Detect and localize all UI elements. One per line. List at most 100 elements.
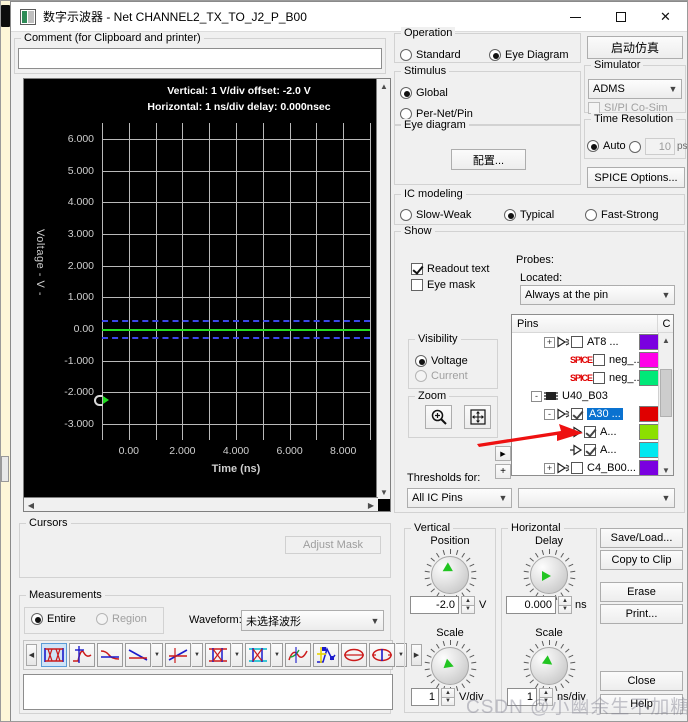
glitch-icon[interactable]: [285, 643, 311, 667]
pins-tree-row[interactable]: SPICE neg_...: [512, 369, 660, 387]
pins-add-button[interactable]: +: [495, 464, 511, 479]
pins-scroll-down-icon[interactable]: ▼: [659, 463, 673, 475]
collapse-icon[interactable]: -: [544, 408, 555, 420]
pin-color-swatch[interactable]: [639, 460, 660, 475]
horizontal-delay-input[interactable]: 0.000: [506, 596, 556, 614]
magnifier-plus-icon[interactable]: [425, 405, 452, 429]
vertical-scale-stepper[interactable]: ▲ ▼: [441, 688, 455, 706]
scroll-right-icon[interactable]: ▶: [364, 498, 378, 512]
time-resolution-manual-radio[interactable]: [629, 141, 641, 153]
time-resolution-value[interactable]: 10: [645, 138, 675, 155]
pins-expand-right-button[interactable]: ▶: [495, 446, 511, 461]
pin-color-swatch[interactable]: [639, 334, 660, 350]
eye-mask-checkbox[interactable]: Eye mask: [411, 279, 475, 291]
operation-eye-diagram-radio[interactable]: Eye Diagram: [489, 49, 569, 61]
pins-tree[interactable]: Pins C + AT8 ... SPICE neg_... SPICE neg_... -…: [511, 314, 674, 476]
close-button[interactable]: ✕: [643, 2, 687, 32]
rise-fall-dropdown-icon[interactable]: ▼: [192, 643, 203, 667]
time-resolution-auto-radio[interactable]: Auto: [587, 140, 626, 152]
scroll-up-icon[interactable]: ▲: [377, 79, 391, 93]
slope-icon[interactable]: [125, 643, 151, 667]
pins-tree-row[interactable]: + C4_B00...: [512, 459, 660, 475]
pulse-width-icon[interactable]: [205, 643, 231, 667]
simulator-select[interactable]: ADMS ▼: [588, 79, 682, 99]
pin-visibility-checkbox[interactable]: [571, 408, 583, 420]
stepper-up-icon[interactable]: ▲: [558, 596, 572, 606]
pin-color-swatch[interactable]: [639, 370, 660, 386]
rise-fall-icon[interactable]: [165, 643, 191, 667]
pins-scroll-thumb[interactable]: [660, 369, 672, 417]
settle-icon[interactable]: [313, 643, 339, 667]
period-icon[interactable]: [245, 643, 271, 667]
thresholds-detail-select[interactable]: ▼: [518, 488, 675, 508]
operation-standard-radio[interactable]: Standard: [400, 49, 461, 61]
pins-tree-row[interactable]: - A30 ...: [512, 405, 660, 423]
pins-tree-row[interactable]: A...: [512, 423, 660, 441]
probes-located-select[interactable]: Always at the pin ▼: [520, 285, 675, 305]
scroll-down-icon[interactable]: ▼: [377, 485, 391, 499]
stepper-down-icon[interactable]: ▼: [461, 605, 475, 614]
ic-typical-radio[interactable]: Typical: [504, 209, 554, 221]
ic-slow-weak-radio[interactable]: Slow-Weak: [400, 209, 471, 221]
start-simulation-button[interactable]: 启动仿真: [587, 36, 683, 59]
pin-color-swatch[interactable]: [639, 424, 660, 440]
pin-color-swatch[interactable]: [639, 442, 660, 458]
adjust-mask-button[interactable]: Adjust Mask: [285, 536, 381, 554]
horizontal-delay-knob[interactable]: [523, 549, 576, 601]
overshoot-icon[interactable]: [69, 643, 95, 667]
maximize-button[interactable]: [598, 2, 643, 32]
pin-color-swatch[interactable]: [639, 406, 660, 422]
pins-scroll-up-icon[interactable]: ▲: [659, 333, 673, 347]
measure-region-radio[interactable]: Region: [96, 613, 147, 625]
pins-tree-rows[interactable]: + AT8 ... SPICE neg_... SPICE neg_... - U40_B03…: [512, 333, 660, 475]
erase-button[interactable]: Erase: [600, 582, 683, 602]
period-dropdown-icon[interactable]: ▼: [272, 643, 283, 667]
pin-visibility-checkbox[interactable]: [584, 426, 596, 438]
spice-options-button[interactable]: SPICE Options...: [587, 167, 685, 188]
minimize-button[interactable]: [553, 2, 598, 32]
horizontal-scale-knob[interactable]: [523, 640, 576, 692]
pulse-width-dropdown-icon[interactable]: ▼: [232, 643, 243, 667]
pin-visibility-checkbox[interactable]: [571, 462, 583, 474]
stepper-down-icon[interactable]: ▼: [558, 605, 572, 614]
measurement-toolbar[interactable]: ◀ ▼ ▼ ▼ ▼ ▼ ▶: [23, 640, 422, 670]
scroll-left-icon[interactable]: ◀: [24, 498, 38, 512]
vertical-position-stepper[interactable]: ▲ ▼: [461, 596, 475, 614]
readout-text-checkbox[interactable]: Readout text: [411, 263, 489, 275]
expand-icon[interactable]: +: [544, 336, 555, 348]
pins-tree-row[interactable]: A...: [512, 441, 660, 459]
stepper-up-icon[interactable]: ▲: [461, 596, 475, 606]
plot-hscrollbar[interactable]: ◀ ▶: [24, 497, 378, 511]
thresholds-select[interactable]: All IC Pins ▼: [407, 488, 512, 508]
pin-visibility-checkbox[interactable]: [571, 336, 583, 348]
stepper-down-icon[interactable]: ▼: [441, 697, 455, 706]
toolbar-scroll-left-icon[interactable]: ◀: [26, 644, 37, 666]
horizontal-delay-stepper[interactable]: ▲ ▼: [558, 596, 572, 614]
collapse-icon[interactable]: -: [531, 390, 542, 402]
pins-tree-row[interactable]: + AT8 ...: [512, 333, 660, 351]
vertical-position-input[interactable]: -2.0: [410, 596, 459, 614]
eye-diagram-configure-button[interactable]: 配置...: [451, 149, 526, 170]
plot-vscrollbar[interactable]: ▲ ▼: [376, 79, 390, 499]
slope-dropdown-icon[interactable]: ▼: [152, 643, 163, 667]
zoom-fit-icon[interactable]: [464, 405, 491, 429]
expand-icon[interactable]: +: [544, 462, 555, 474]
pin-color-swatch[interactable]: [639, 352, 660, 368]
waveform-select[interactable]: 未选择波形 ▼: [241, 610, 384, 631]
visibility-current-radio[interactable]: Current: [415, 370, 468, 382]
vertical-scale-input[interactable]: 1: [411, 688, 439, 706]
eye-diagram-icon[interactable]: [41, 643, 67, 667]
pin-visibility-checkbox[interactable]: [593, 354, 606, 366]
pins-tree-row[interactable]: - U40_B03: [512, 387, 660, 405]
stimulus-global-radio[interactable]: Global: [400, 87, 448, 99]
pin-visibility-checkbox[interactable]: [593, 372, 606, 384]
pins-tree-scrollbar[interactable]: ▲ ▼: [658, 333, 673, 475]
comment-input[interactable]: [18, 48, 382, 69]
waveform-plot[interactable]: Vertical: 1 V/div offset: -2.0 V Horizon…: [23, 78, 391, 512]
measurement-results-list[interactable]: [23, 674, 393, 710]
ic-fast-strong-radio[interactable]: Fast-Strong: [585, 209, 658, 221]
vertical-scale-knob[interactable]: [424, 640, 477, 692]
visibility-voltage-radio[interactable]: Voltage: [415, 355, 468, 367]
close-dialog-button[interactable]: Close: [600, 671, 683, 691]
eye-width-icon[interactable]: [369, 643, 395, 667]
